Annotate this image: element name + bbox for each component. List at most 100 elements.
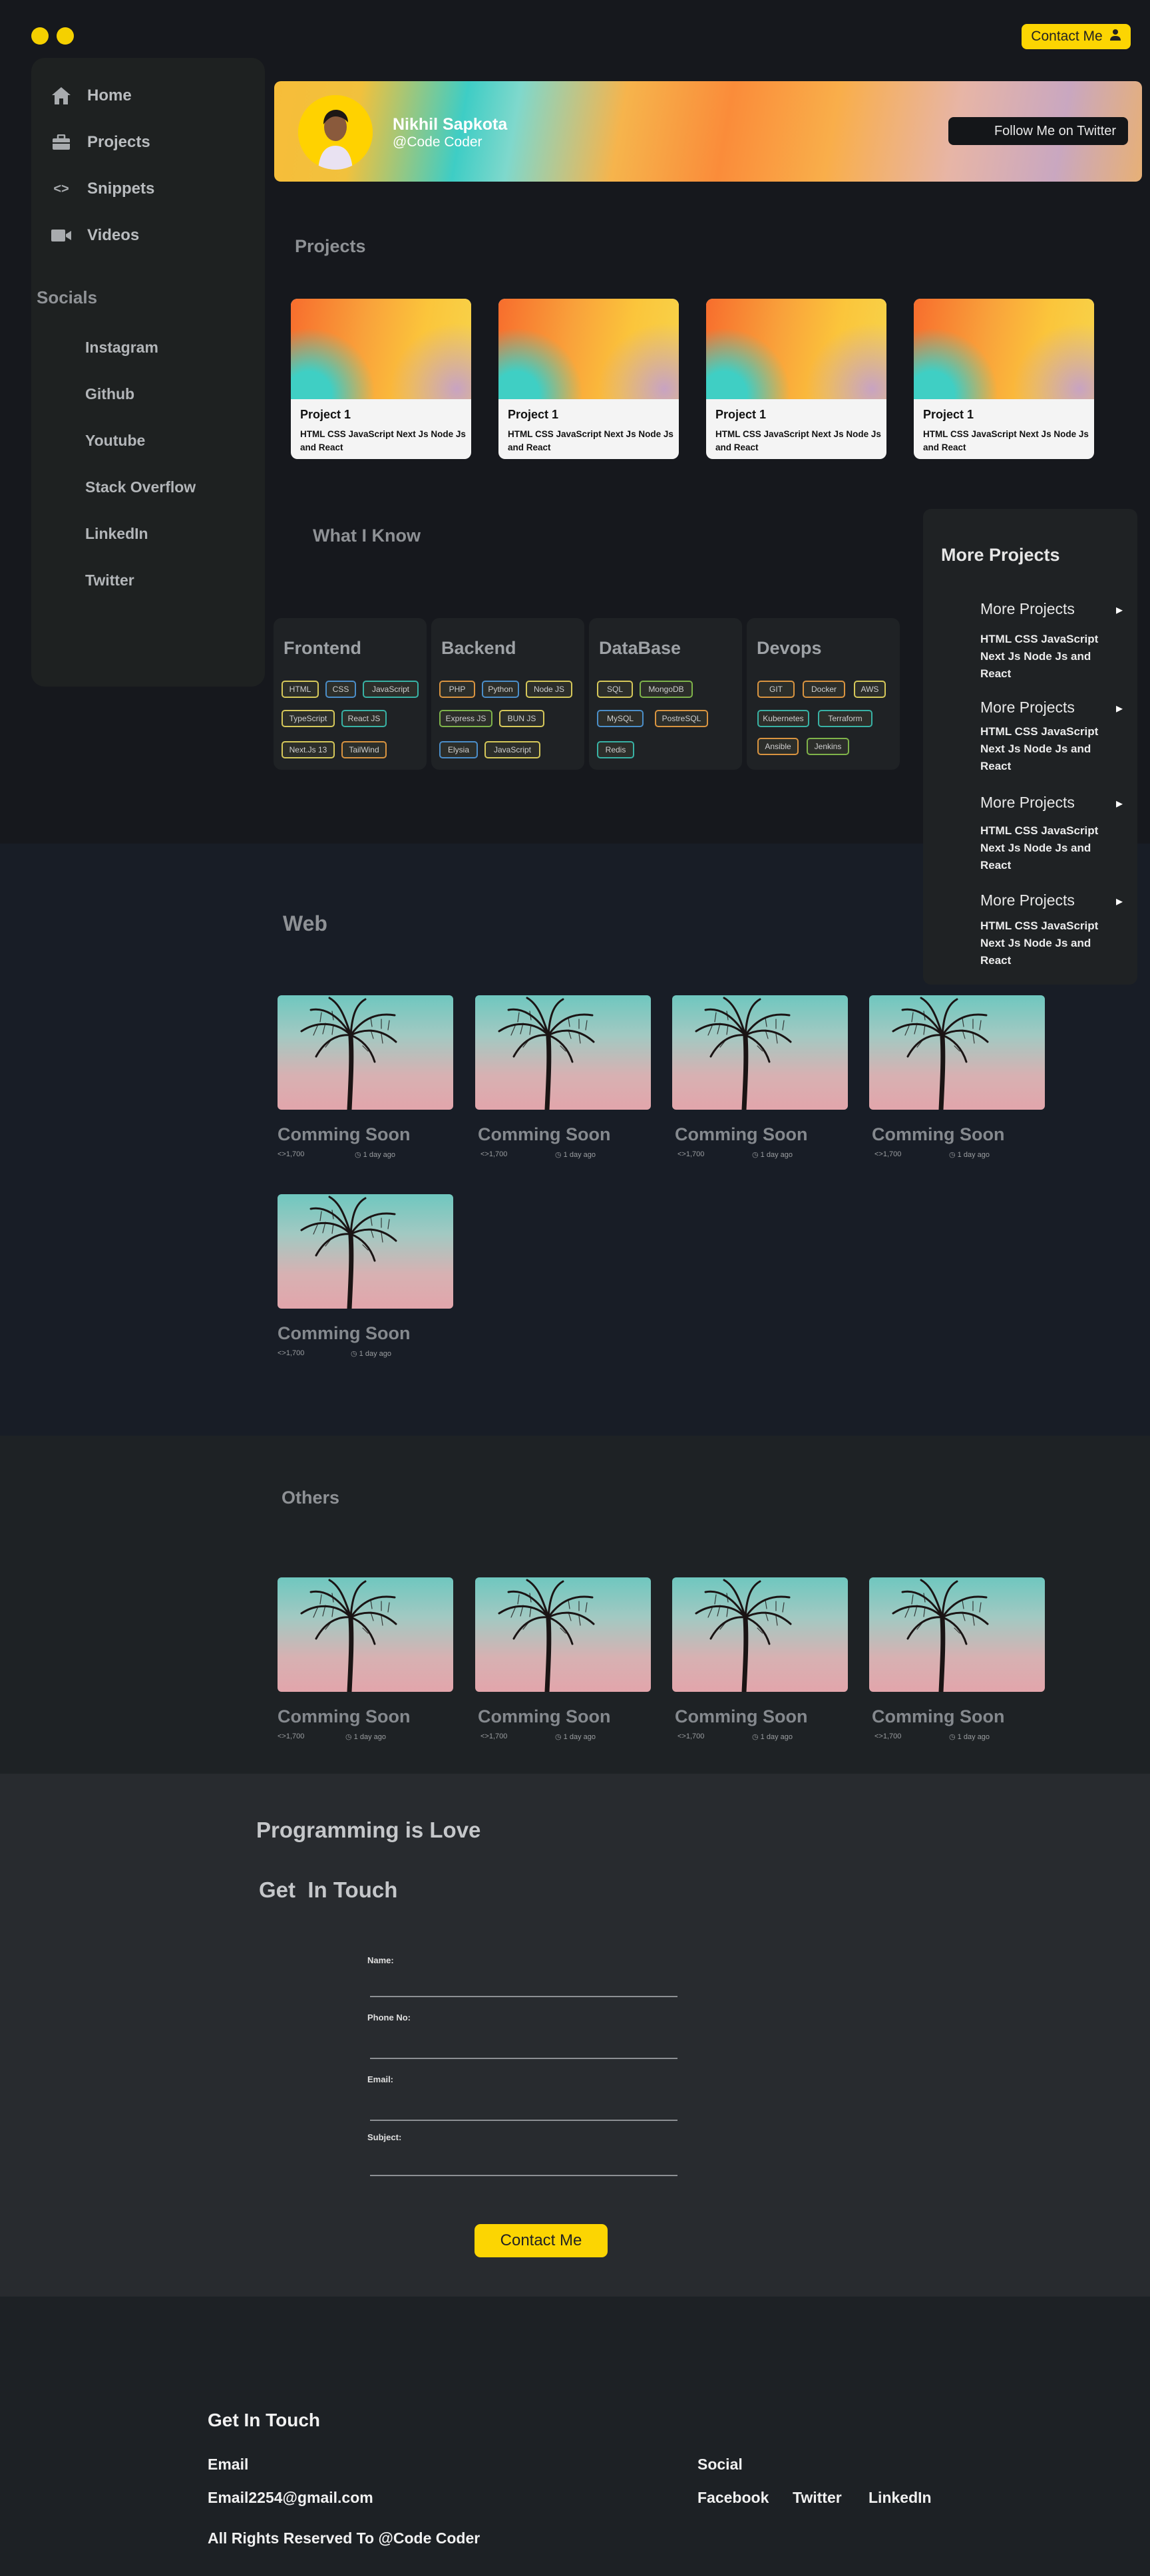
project-card[interactable]: Project 1 HTML CSS JavaScript Next Js No… [498,299,679,459]
video-title: Comming Soon [872,1706,1005,1726]
video-card[interactable]: Comming Soon <>1,700 ◷ 1 day ago [278,1194,453,1358]
more-project-desc: HTML CSS JavaScript Next Js Node Js and … [980,824,1099,872]
contact-submit-button[interactable]: Contact Me [475,2224,608,2257]
video-time: ◷ 1 day ago [949,1151,990,1159]
more-project-link[interactable]: More Projects [980,600,1075,618]
skill-title: DataBase [599,638,681,658]
skill-tag: SQL [597,681,633,698]
name-field[interactable] [370,1996,677,1997]
footer-email[interactable]: Email2254@gmail.com [208,2489,373,2507]
contact-me-label: Contact Me [1031,29,1103,44]
chevron-right-icon[interactable]: ▸ [1116,795,1123,812]
video-card[interactable]: Comming Soon <>1,700 ◷ 1 day ago [475,995,651,1159]
skill-card-frontend: Frontend HTML CSS JavaScript TypeScript … [274,618,427,770]
skill-tag: Ansible [757,738,799,755]
tagline: Programming is Love [256,1818,481,1842]
video-title: Comming Soon [278,1323,411,1343]
social-link-github[interactable]: Github [85,385,134,403]
profile-name: Nikhil Sapkota [393,115,508,134]
project-card[interactable]: Project 1 HTML CSS JavaScript Next Js No… [706,299,886,459]
skill-tag: JavaScript [363,681,419,698]
project-desc: HTML CSS JavaScript Next Js Node Js and … [715,429,881,452]
skill-tag: Python [482,681,519,698]
contact-submit-label: Contact Me [500,2231,582,2249]
sidebar-item-projects[interactable]: Projects [50,132,150,152]
skill-title: Devops [757,638,822,658]
video-thumbnail [672,1577,848,1692]
window-dot [57,27,74,45]
skill-tag: GIT [757,681,795,698]
video-card[interactable]: Comming Soon <>1,700 ◷ 1 day ago [672,1577,848,1741]
skill-tag: MongoDB [640,681,693,698]
project-title: Project 1 [923,408,974,421]
follow-twitter-button[interactable]: Follow Me on Twitter [948,117,1128,145]
social-link-linkedin[interactable]: LinkedIn [85,525,148,543]
skill-tag: Docker [803,681,845,698]
chevron-right-icon[interactable]: ▸ [1116,700,1123,717]
video-thumbnail [672,995,848,1110]
footer-link-facebook[interactable]: Facebook [697,2489,769,2507]
subject-label: Subject: [367,2132,402,2142]
sidebar-item-videos[interactable]: Videos [50,226,139,245]
web-heading: Web [283,911,327,935]
video-views: <>1,700 [278,1349,305,1357]
social-link-instagram[interactable]: Instagram [85,339,158,357]
subject-field[interactable] [370,2175,677,2176]
skill-tag: CSS [325,681,356,698]
phone-field[interactable] [370,2058,677,2059]
video-card[interactable]: Comming Soon <>1,700 ◷ 1 day ago [278,1577,453,1741]
video-card[interactable]: Comming Soon <>1,700 ◷ 1 day ago [869,995,1045,1159]
footer-link-twitter[interactable]: Twitter [793,2489,842,2507]
skill-tag: BUN JS [499,710,544,727]
footer-link-linkedin[interactable]: LinkedIn [868,2489,932,2507]
more-project-link[interactable]: More Projects [980,794,1075,812]
video-card[interactable]: Comming Soon <>1,700 ◷ 1 day ago [475,1577,651,1741]
skill-tag: Express JS [439,710,492,727]
video-views: <>1,700 [677,1150,705,1158]
video-title: Comming Soon [872,1124,1005,1144]
social-link-youtube[interactable]: Youtube [85,432,145,450]
project-title: Project 1 [715,408,767,421]
project-card[interactable]: Project 1 HTML CSS JavaScript Next Js No… [914,299,1094,459]
email-label: Email: [367,2074,394,2084]
video-time: ◷ 1 day ago [345,1733,386,1741]
sidebar-item-home[interactable]: Home [50,86,132,106]
project-desc: HTML CSS JavaScript Next Js Node Js and … [508,429,673,452]
video-views: <>1,700 [874,1732,902,1740]
video-thumbnail [278,1194,453,1309]
video-card[interactable]: Comming Soon <>1,700 ◷ 1 day ago [672,995,848,1159]
skill-tag: PostreSQL [655,710,708,727]
more-projects-heading: More Projects [941,545,1060,565]
chevron-right-icon[interactable]: ▸ [1116,893,1123,909]
social-link-twitter[interactable]: Twitter [85,571,134,589]
contact-me-button[interactable]: Contact Me [1022,24,1131,49]
video-title: Comming Soon [278,1124,411,1144]
phone-label: Phone No: [367,2012,411,2022]
email-field[interactable] [370,2120,677,2121]
skill-card-backend: Backend PHP Python Node JS Express JS BU… [431,618,584,770]
more-project-link[interactable]: More Projects [980,699,1075,717]
chevron-right-icon[interactable]: ▸ [1116,601,1123,618]
window-dot [31,27,49,45]
sidebar-item-label: Projects [87,133,150,151]
video-title: Comming Soon [675,1124,808,1144]
more-project-link[interactable]: More Projects [980,891,1075,909]
video-time: ◷ 1 day ago [555,1733,596,1741]
video-card[interactable]: Comming Soon <>1,700 ◷ 1 day ago [869,1577,1045,1741]
sidebar-item-snippets[interactable]: <> Snippets [50,179,154,199]
contact-section [0,1774,1150,2297]
project-desc: HTML CSS JavaScript Next Js Node Js and … [923,429,1089,452]
video-thumbnail [278,1577,453,1692]
project-card[interactable]: Project 1 HTML CSS JavaScript Next Js No… [291,299,471,459]
video-views: <>1,700 [480,1150,508,1158]
video-time: ◷ 1 day ago [351,1350,391,1358]
video-views: <>1,700 [677,1732,705,1740]
social-link-stackoverflow[interactable]: Stack Overflow [85,478,196,496]
project-thumbnail [498,299,679,399]
video-card[interactable]: Comming Soon <>1,700 ◷ 1 day ago [278,995,453,1159]
video-time: ◷ 1 day ago [555,1151,596,1159]
sidebar-item-label: Videos [87,226,140,244]
video-title: Comming Soon [478,1706,611,1726]
video-thumbnail [278,995,453,1110]
sidebar-item-label: Snippets [87,180,155,198]
